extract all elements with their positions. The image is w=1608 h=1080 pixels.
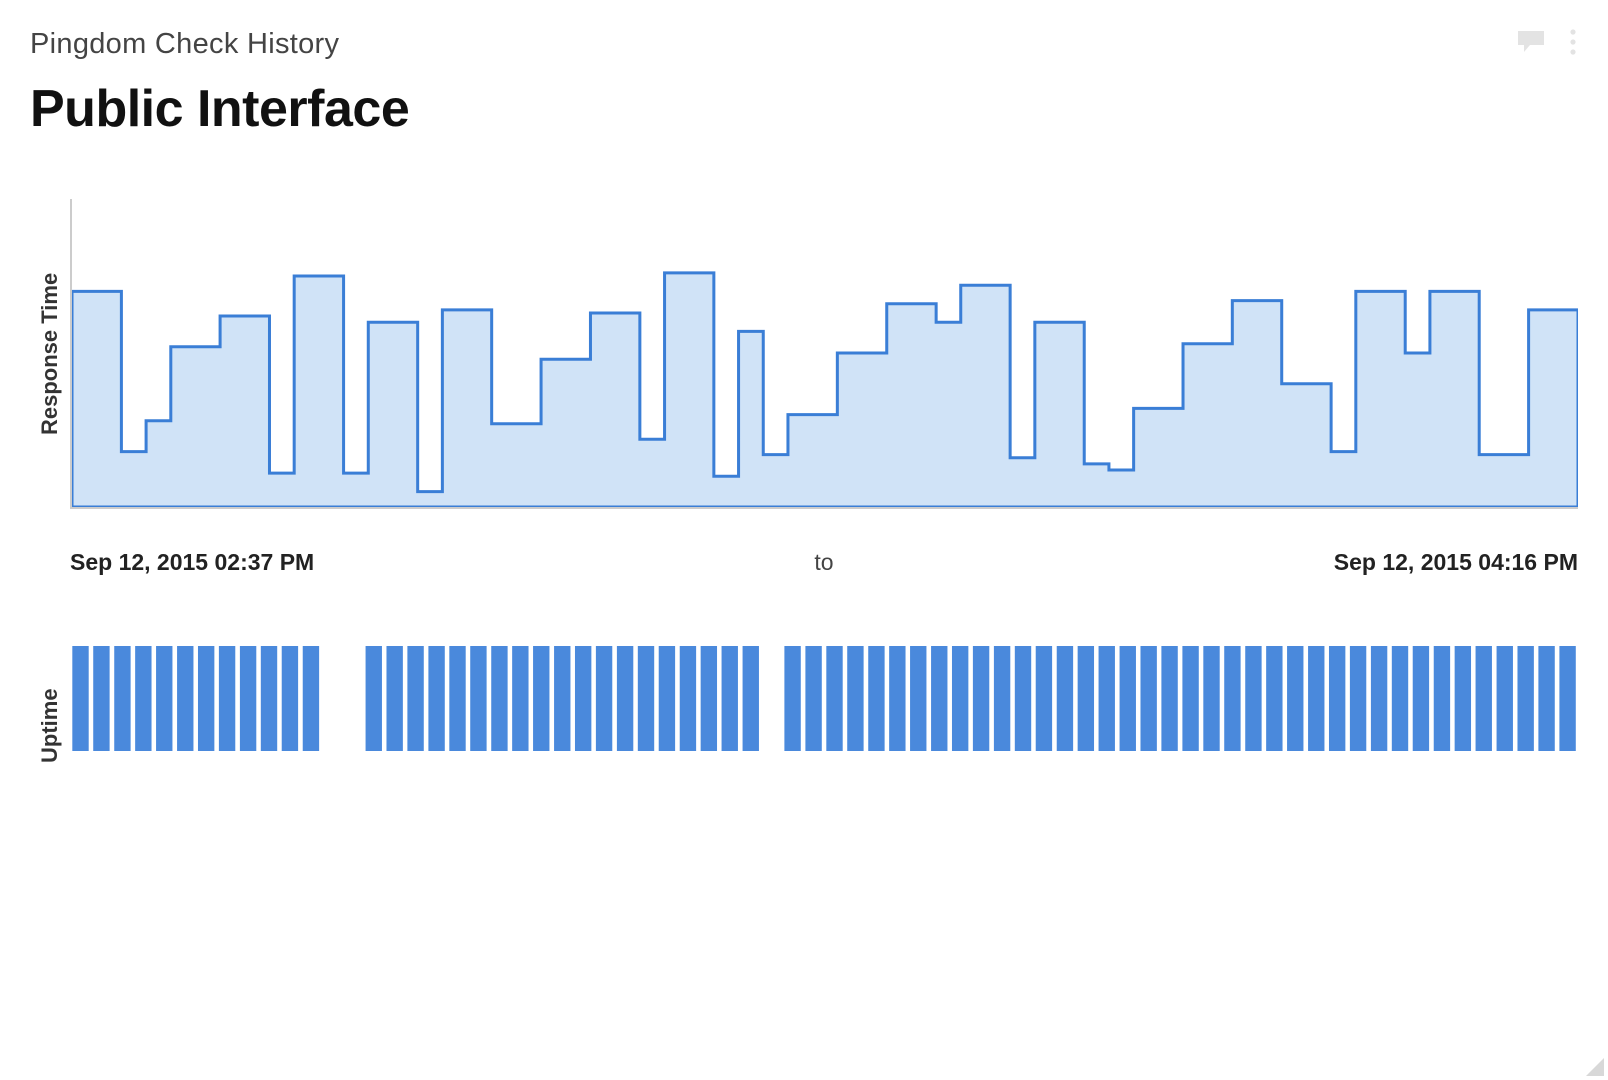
- date-to: Sep 12, 2015 04:16 PM: [1334, 549, 1578, 576]
- kebab-menu-icon[interactable]: [1568, 28, 1578, 61]
- response-time-chart: Response Time: [30, 199, 1578, 509]
- comment-icon[interactable]: [1516, 29, 1546, 60]
- date-to-label: to: [814, 549, 833, 576]
- uptime-canvas[interactable]: [70, 646, 1578, 806]
- header-actions: [1516, 28, 1578, 61]
- date-from: Sep 12, 2015 02:37 PM: [70, 549, 314, 576]
- header-row: Pingdom Check History: [30, 28, 1578, 61]
- breadcrumb: Pingdom Check History: [30, 28, 339, 61]
- date-range-row: Sep 12, 2015 02:37 PM to Sep 12, 2015 04…: [70, 549, 1578, 576]
- response-time-ylabel: Response Time: [30, 199, 70, 509]
- page-title: Public Interface: [30, 79, 1578, 139]
- resize-handle-icon[interactable]: [1586, 1058, 1604, 1076]
- uptime-chart: Uptime: [30, 646, 1578, 806]
- uptime-ylabel: Uptime: [30, 646, 70, 806]
- response-time-canvas[interactable]: [70, 199, 1578, 509]
